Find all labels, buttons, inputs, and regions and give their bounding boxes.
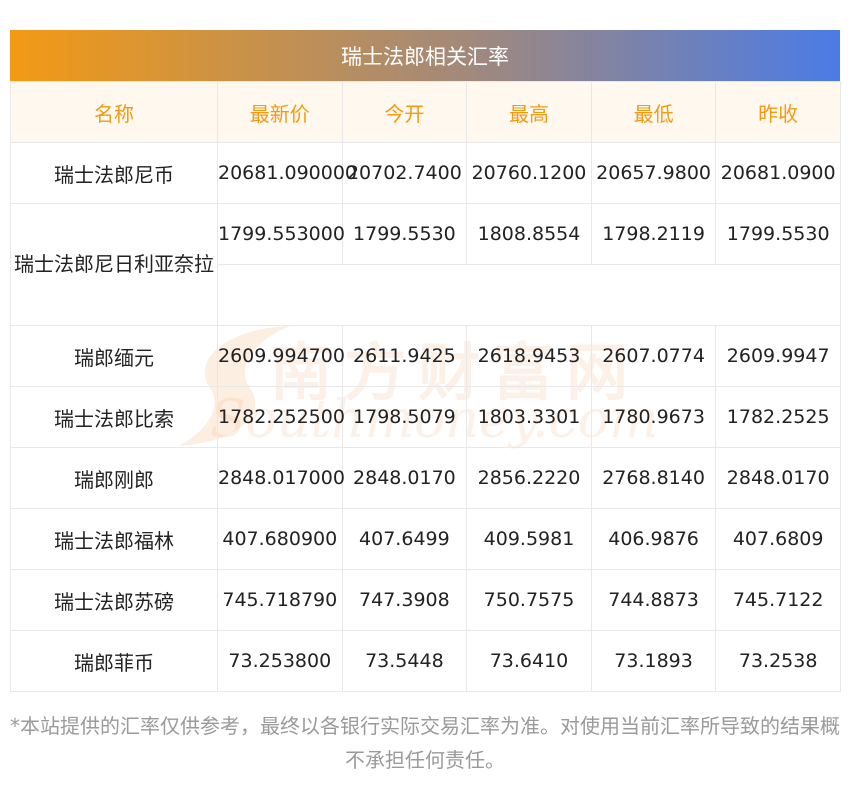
latest-price-cell: 407.680900 <box>217 508 343 570</box>
high-price-cell: 1803.3301 <box>466 386 592 448</box>
column-header-open: 今开 <box>341 81 468 143</box>
prev-close-cell: 73.2538 <box>715 630 841 692</box>
table-row: 瑞士法郎比索 1782.252500 1798.5079 1803.3301 1… <box>10 386 841 448</box>
currency-name-cell: 瑞郎缅元 <box>10 325 218 387</box>
currency-name-cell: 瑞士法郎尼日利亚奈拉 <box>10 203 218 326</box>
prev-close-cell: 2848.0170 <box>715 447 841 509</box>
open-price-cell: 1799.5530 <box>341 203 468 265</box>
open-price-cell: 73.5448 <box>341 630 468 692</box>
low-price-cell: 2768.8140 <box>590 447 717 509</box>
empty-cell <box>217 264 841 326</box>
high-price-cell: 2618.9453 <box>466 325 592 387</box>
high-price-cell: 73.6410 <box>466 630 592 692</box>
currency-name-cell: 瑞郎刚郎 <box>10 447 218 509</box>
column-header-latest: 最新价 <box>217 81 343 143</box>
table-row: 瑞士法郎尼币 20681.090000 20702.7400 20760.120… <box>10 142 841 204</box>
high-price-cell: 750.7575 <box>466 569 592 631</box>
table-row: 瑞郎菲币 73.253800 73.5448 73.6410 73.1893 7… <box>10 630 841 692</box>
low-price-cell: 20657.9800 <box>590 142 717 204</box>
latest-price-cell: 1782.252500 <box>217 386 345 448</box>
high-price-cell: 409.5981 <box>466 508 592 570</box>
high-price-cell: 2856.2220 <box>466 447 592 509</box>
open-price-cell: 20702.7400 <box>341 142 468 204</box>
column-header-low: 最低 <box>590 81 717 143</box>
header-row: 名称 最新价 今开 最高 最低 昨收 <box>10 81 841 143</box>
table-title: 瑞士法郎相关汇率 <box>10 30 840 81</box>
open-price-cell: 2611.9425 <box>341 325 468 387</box>
high-price-cell: 1808.8554 <box>466 203 592 265</box>
prev-close-cell: 1782.2525 <box>715 386 841 448</box>
currency-name-cell: 瑞士法郎福林 <box>10 508 218 570</box>
table-row: 瑞士法郎福林 407.680900 407.6499 409.5981 406.… <box>10 508 841 570</box>
high-price-cell: 20760.1200 <box>466 142 592 204</box>
prev-close-cell: 1799.5530 <box>715 203 841 265</box>
currency-name-cell: 瑞士法郎尼币 <box>10 142 218 204</box>
open-price-cell: 407.6499 <box>341 508 468 570</box>
currency-name-cell: 瑞士法郎苏磅 <box>10 569 218 631</box>
table-row: 瑞士法郎苏磅 745.718790 747.3908 750.7575 744.… <box>10 569 841 631</box>
low-price-cell: 744.8873 <box>590 569 717 631</box>
low-price-cell: 406.9876 <box>590 508 717 570</box>
latest-price-cell: 1799.553000 <box>217 203 345 265</box>
latest-price-cell: 20681.090000 <box>217 142 357 204</box>
column-header-high: 最高 <box>466 81 592 143</box>
latest-price-cell: 745.718790 <box>217 569 343 631</box>
open-price-cell: 2848.0170 <box>341 447 468 509</box>
latest-price-cell: 2848.017000 <box>217 447 345 509</box>
table-row: 瑞郎刚郎 2848.017000 2848.0170 2856.2220 276… <box>10 447 841 509</box>
prev-close-cell: 20681.0900 <box>715 142 841 204</box>
currency-name-cell: 瑞郎菲币 <box>10 630 218 692</box>
disclaimer-text: *本站提供的汇率仅供参考，最终以各银行实际交易汇率为准。对使用当前汇率所导致的结… <box>10 714 840 772</box>
exchange-rate-card: 瑞士法郎相关汇率 名称 最新价 今开 最高 最低 昨收 瑞士法郎尼币 20681… <box>10 30 841 692</box>
low-price-cell: 1798.2119 <box>590 203 717 265</box>
exchange-rate-table: 名称 最新价 今开 最高 最低 昨收 瑞士法郎尼币 20681.090000 2… <box>10 81 841 692</box>
table-row: 瑞士法郎尼日利亚奈拉 1799.553000 1799.5530 1808.85… <box>10 203 841 326</box>
latest-price-cell: 73.253800 <box>217 630 343 692</box>
open-price-cell: 1798.5079 <box>341 386 468 448</box>
low-price-cell: 73.1893 <box>590 630 717 692</box>
prev-close-cell: 745.7122 <box>715 569 841 631</box>
table-row: 瑞郎缅元 2609.994700 2611.9425 2618.9453 260… <box>10 325 841 387</box>
currency-name-cell: 瑞士法郎比索 <box>10 386 218 448</box>
open-price-cell: 747.3908 <box>341 569 468 631</box>
column-header-prev-close: 昨收 <box>715 81 841 143</box>
column-header-name: 名称 <box>10 81 218 143</box>
latest-price-cell: 2609.994700 <box>217 325 345 387</box>
low-price-cell: 1780.9673 <box>590 386 717 448</box>
low-price-cell: 2607.0774 <box>590 325 717 387</box>
prev-close-cell: 2609.9947 <box>715 325 841 387</box>
prev-close-cell: 407.6809 <box>715 508 841 570</box>
